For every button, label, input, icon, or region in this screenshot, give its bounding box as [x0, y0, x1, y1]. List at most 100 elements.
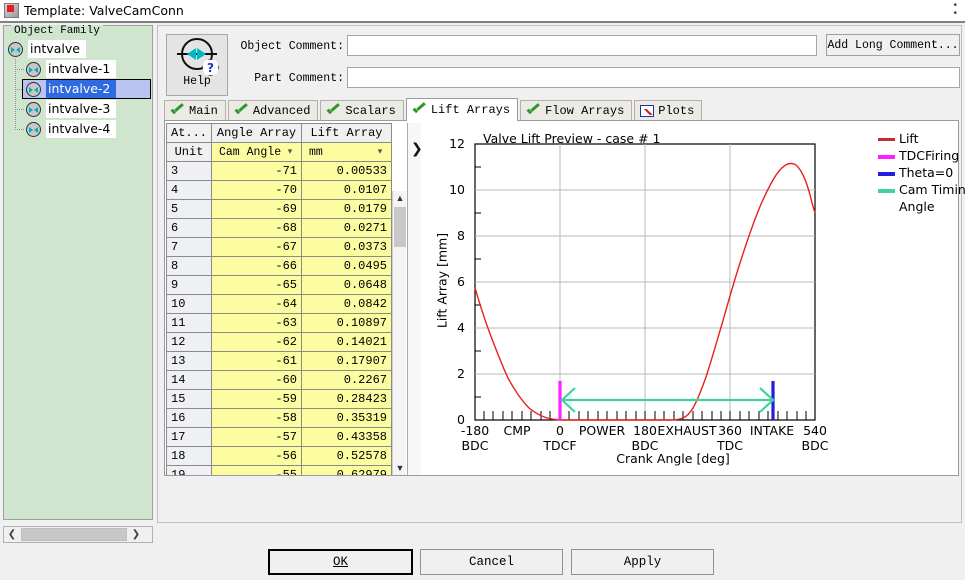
tree-item-label: intvalve-2	[46, 80, 116, 98]
x-tick-bottom: BDC	[610, 438, 680, 453]
table-row[interactable]: 13-610.17907	[167, 352, 392, 371]
angle-cell[interactable]: -68	[212, 219, 302, 238]
legend-label-continuation: Angle	[878, 199, 958, 214]
table-row[interactable]: 7-670.0373	[167, 238, 392, 257]
angle-cell[interactable]: -69	[212, 200, 302, 219]
panel-splitter[interactable]: ❯	[407, 123, 421, 475]
tree-horizontal-scrollbar[interactable]: ❮ ❯	[3, 526, 153, 543]
angle-cell[interactable]: -56	[212, 447, 302, 466]
tree-item-intvalve-4[interactable]: intvalve-4	[4, 119, 152, 139]
row-index: 5	[167, 200, 212, 219]
lift-cell[interactable]: 0.0648	[302, 276, 392, 295]
chevron-down-icon[interactable]: ▾	[283, 147, 297, 157]
table-row[interactable]: 19-550.62979	[167, 466, 392, 476]
object-comment-input[interactable]	[347, 35, 817, 56]
tree-connector-icon	[15, 99, 26, 119]
table-row[interactable]: 5-690.0179	[167, 200, 392, 219]
table-row[interactable]: 8-660.0495	[167, 257, 392, 276]
table-row[interactable]: 6-680.0271	[167, 219, 392, 238]
angle-cell[interactable]: -67	[212, 238, 302, 257]
app-window-icon	[4, 3, 19, 18]
lift-cell[interactable]: 0.35319	[302, 409, 392, 428]
chevron-left-icon[interactable]: ❮	[4, 527, 20, 542]
table-row[interactable]: 17-570.43358	[167, 428, 392, 447]
angle-unit-select[interactable]: Cam Angle ▾	[212, 143, 302, 162]
lift-cell[interactable]: 0.17907	[302, 352, 392, 371]
green-check-icon	[412, 104, 427, 117]
angle-cell[interactable]: -59	[212, 390, 302, 409]
object-tree[interactable]: intvalve intvalve-1 intvalve-2 intvalve-…	[4, 39, 152, 519]
help-button[interactable]: ? Help	[166, 34, 228, 96]
chevron-down-icon[interactable]: ▼	[393, 461, 407, 475]
angle-cell[interactable]: -70	[212, 181, 302, 200]
angle-cell[interactable]: -61	[212, 352, 302, 371]
angle-cell[interactable]: -60	[212, 371, 302, 390]
lift-cell[interactable]: 0.62979	[302, 466, 392, 476]
tree-item-intvalve-3[interactable]: intvalve-3	[4, 99, 152, 119]
lift-cell[interactable]: 0.0495	[302, 257, 392, 276]
table-row[interactable]: 18-560.52578	[167, 447, 392, 466]
lift-cell[interactable]: 0.0107	[302, 181, 392, 200]
lift-cell[interactable]: 0.43358	[302, 428, 392, 447]
table-row[interactable]: 10-640.0842	[167, 295, 392, 314]
apply-button[interactable]: Apply	[571, 549, 714, 575]
lift-cell[interactable]: 0.2267	[302, 371, 392, 390]
table-row[interactable]: 3-710.00533	[167, 162, 392, 181]
tab-scalars[interactable]: Scalars	[320, 100, 403, 121]
chevron-up-icon[interactable]: ▲	[393, 191, 407, 205]
angle-cell[interactable]: -58	[212, 409, 302, 428]
tree-item-intvalve[interactable]: intvalve	[4, 39, 152, 59]
tab-plots[interactable]: Plots	[634, 100, 702, 121]
angle-cell[interactable]: -65	[212, 276, 302, 295]
table-row[interactable]: 12-620.14021	[167, 333, 392, 352]
chevron-right-icon[interactable]: ❯	[128, 527, 144, 542]
lift-array-table-container[interactable]: At... Angle Array Lift Array Unit Cam An…	[166, 123, 406, 475]
tree-item-intvalve-2[interactable]: intvalve-2	[4, 79, 152, 99]
column-header-lift-array[interactable]: Lift Array	[302, 124, 392, 143]
tab-advanced[interactable]: Advanced	[228, 100, 319, 121]
angle-cell[interactable]: -71	[212, 162, 302, 181]
table-row[interactable]: 11-630.10897	[167, 314, 392, 333]
scrollbar-thumb[interactable]	[21, 528, 127, 541]
chevron-down-icon[interactable]: ▾	[373, 147, 387, 157]
table-row[interactable]: 16-580.35319	[167, 409, 392, 428]
angle-cell[interactable]: -55	[212, 466, 302, 476]
green-check-icon	[234, 105, 249, 118]
column-header-index[interactable]: At...	[167, 124, 212, 143]
tree-item-intvalve-1[interactable]: intvalve-1	[4, 59, 152, 79]
lift-cell[interactable]: 0.10897	[302, 314, 392, 333]
lift-array-table[interactable]: At... Angle Array Lift Array Unit Cam An…	[166, 123, 392, 475]
table-row[interactable]: 14-600.2267	[167, 371, 392, 390]
lift-cell[interactable]: 0.14021	[302, 333, 392, 352]
table-vertical-scrollbar[interactable]: ▲ ▼	[392, 191, 406, 475]
row-index: 6	[167, 219, 212, 238]
angle-cell[interactable]: -57	[212, 428, 302, 447]
table-row[interactable]: 15-590.28423	[167, 390, 392, 409]
angle-cell[interactable]: -62	[212, 333, 302, 352]
chevron-right-icon[interactable]: ❯	[411, 141, 423, 157]
x-tick-bottom: TDC	[695, 438, 765, 453]
tab-main[interactable]: Main	[164, 100, 226, 121]
tab-flow-arrays[interactable]: Flow Arrays	[520, 100, 632, 121]
scrollbar-thumb[interactable]	[394, 207, 406, 247]
lift-cell[interactable]: 0.52578	[302, 447, 392, 466]
column-header-angle-array[interactable]: Angle Array	[212, 124, 302, 143]
lift-cell[interactable]: 0.0373	[302, 238, 392, 257]
lift-unit-select[interactable]: mm ▾	[302, 143, 392, 162]
part-comment-input[interactable]	[347, 67, 960, 88]
angle-cell[interactable]: -64	[212, 295, 302, 314]
lift-cell[interactable]: 0.0271	[302, 219, 392, 238]
angle-cell[interactable]: -66	[212, 257, 302, 276]
lift-cell[interactable]: 0.28423	[302, 390, 392, 409]
window-controls[interactable]: ••	[953, 2, 959, 18]
tab-lift-arrays[interactable]: Lift Arrays	[406, 98, 518, 121]
lift-cell[interactable]: 0.0179	[302, 200, 392, 219]
angle-cell[interactable]: -63	[212, 314, 302, 333]
lift-cell[interactable]: 0.00533	[302, 162, 392, 181]
table-row[interactable]: 9-650.0648	[167, 276, 392, 295]
ok-button[interactable]: OK	[268, 549, 413, 575]
lift-cell[interactable]: 0.0842	[302, 295, 392, 314]
add-long-comment-button[interactable]: Add Long Comment...	[826, 34, 960, 56]
table-row[interactable]: 4-700.0107	[167, 181, 392, 200]
cancel-button[interactable]: Cancel	[420, 549, 563, 575]
